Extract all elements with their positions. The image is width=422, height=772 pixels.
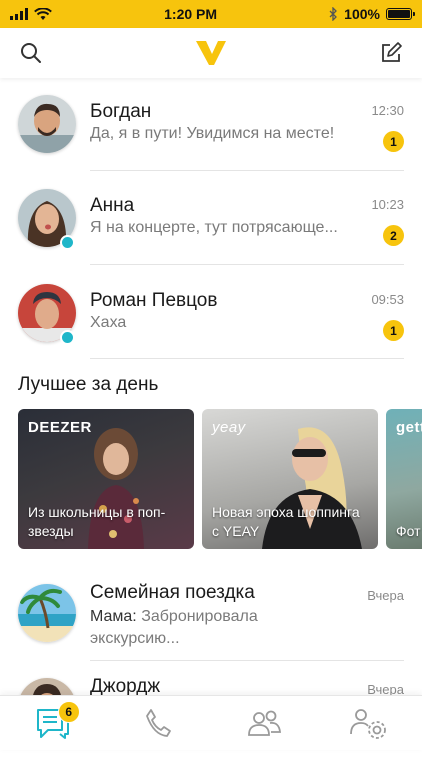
contacts-icon — [247, 710, 281, 736]
chat-message: Мама: Забронировала экскурсию... — [90, 606, 350, 650]
phone-icon — [146, 709, 172, 737]
chat-name: Семейная поездка — [90, 582, 255, 603]
compose-icon — [382, 42, 402, 62]
divider — [90, 358, 404, 359]
chat-name: Анна — [90, 195, 135, 216]
card-caption: Новая эпоха шоппинга с YEAY — [212, 504, 360, 539]
chat-item-bogdan[interactable]: Богдан Да, я в пути! Увидимся на месте! … — [0, 95, 422, 189]
tab-contacts[interactable] — [239, 703, 289, 743]
story-carousel[interactable]: DEEZER Из школьницы в поп-звезды yeay Но… — [18, 409, 422, 549]
unread-badge: 1 — [383, 131, 404, 152]
unread-badge: 2 — [383, 225, 404, 246]
chat-time: 12:30 — [371, 103, 404, 118]
wifi-icon — [34, 7, 52, 20]
search-icon — [21, 43, 41, 63]
online-indicator — [60, 330, 75, 345]
unread-badge: 1 — [383, 320, 404, 341]
chat-item-anna[interactable]: Анна Я на концерте, тут потрясающе... 10… — [0, 189, 422, 283]
story-card-deezer[interactable]: DEEZER Из школьницы в поп-звезды — [18, 409, 194, 549]
chat-time: 09:53 — [371, 292, 404, 307]
bluetooth-icon — [329, 7, 338, 21]
status-time: 1:20 PM — [164, 6, 218, 22]
online-indicator — [60, 235, 75, 250]
story-card-gett[interactable]: gett Фот на с — [386, 409, 422, 549]
tab-settings[interactable] — [344, 703, 394, 743]
tab-bar: 6 — [0, 695, 422, 750]
yeay-logo-icon — [196, 41, 226, 65]
section-title: Лучшее за день — [18, 374, 159, 395]
message-sender: Мама: — [90, 608, 137, 625]
divider — [90, 660, 404, 661]
top-bar — [0, 28, 422, 78]
chats-badge: 6 — [57, 701, 80, 723]
compose-button[interactable] — [378, 40, 404, 66]
story-card-yeay[interactable]: yeay Новая эпоха шоппинга с YEAY — [202, 409, 378, 549]
chat-name: Богдан — [90, 101, 152, 122]
chat-time: Вчера — [367, 588, 404, 603]
chat-time: 10:23 — [371, 197, 404, 212]
search-button[interactable] — [18, 40, 44, 66]
card-logo: gett — [396, 419, 422, 436]
settings-icon — [350, 709, 387, 739]
divider — [90, 264, 404, 265]
signal-icon — [10, 8, 28, 20]
card-caption: Фот на с — [396, 523, 422, 539]
divider — [90, 170, 404, 171]
chat-message: Я на концерте, тут потрясающе... — [90, 219, 338, 236]
tab-calls[interactable] — [133, 703, 183, 743]
chat-message: Хаха — [90, 314, 127, 331]
card-caption: Из школьницы в поп-звезды — [28, 504, 166, 539]
avatar — [18, 95, 76, 153]
battery-percent: 100% — [344, 6, 380, 22]
battery-icon — [385, 8, 415, 20]
chat-name: Роман Певцов — [90, 290, 218, 311]
tab-chats[interactable]: 6 — [28, 701, 80, 743]
chat-item-roman[interactable]: Роман Певцов Хаха 09:53 1 — [0, 284, 422, 378]
status-bar: 1:20 PM 100% — [0, 0, 422, 28]
card-logo: DEEZER — [28, 419, 92, 436]
card-logo: yeay — [212, 419, 246, 436]
chat-message: Да, я в пути! Увидимся на месте! — [90, 125, 335, 142]
avatar — [18, 584, 76, 642]
